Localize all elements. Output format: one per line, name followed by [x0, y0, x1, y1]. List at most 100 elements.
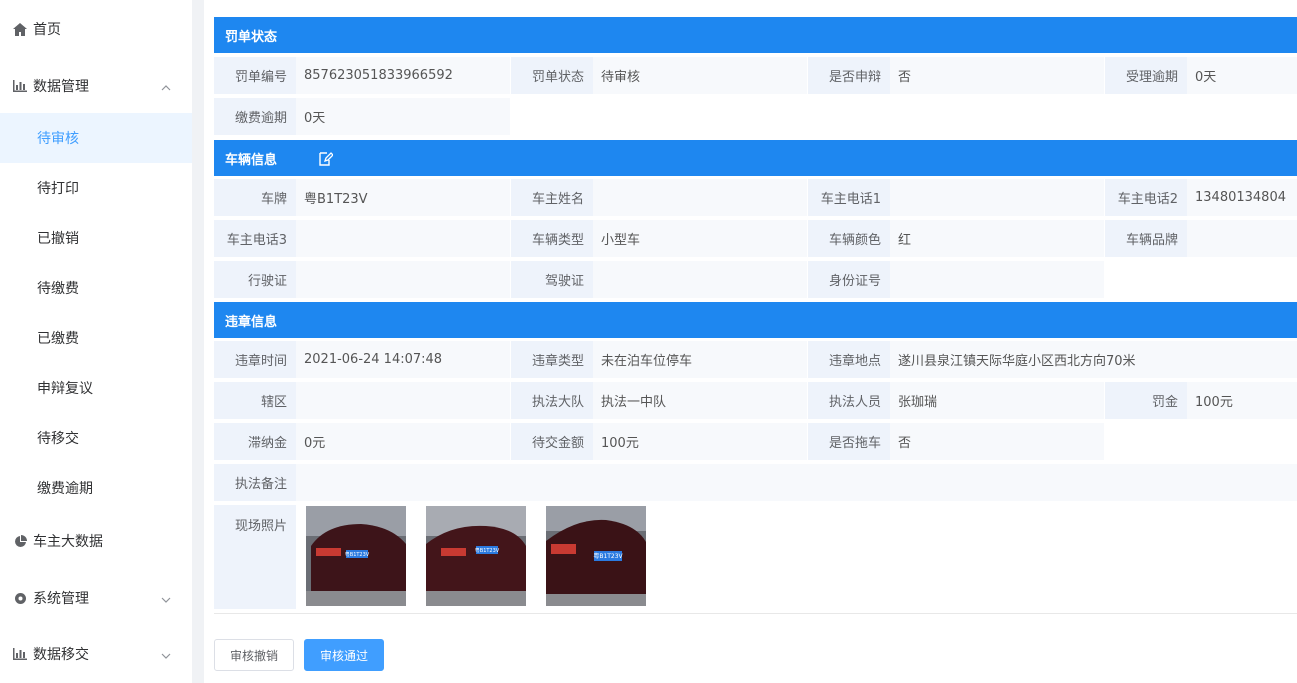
- violation-time-value: 2021-06-24 14:07:48: [296, 341, 510, 378]
- gear-icon: [13, 591, 27, 605]
- nav-sub-label: 待审核: [37, 131, 79, 147]
- amount-due-label: 待交金额: [511, 423, 593, 460]
- fine-label: 罚金: [1105, 382, 1187, 419]
- owner-name-value: [593, 179, 807, 216]
- violation-type-label: 违章类型: [511, 341, 593, 378]
- plate-value: 粤B1T23V: [296, 179, 510, 216]
- section-title: 车辆信息: [225, 152, 278, 168]
- divider: [214, 613, 1297, 614]
- driver-license-value: [593, 261, 807, 298]
- late-fee-label: 滞纳金: [214, 423, 296, 460]
- appeal-label: 是否申辩: [808, 57, 890, 94]
- vehicle-color-label: 车辆颜色: [808, 220, 890, 257]
- section-ticket-status: 罚单状态: [214, 17, 1297, 53]
- nav-data-transfer-label: 数据移交: [33, 647, 89, 663]
- tow-value: 否: [890, 423, 1104, 460]
- phone2-label: 车主电话2: [1105, 179, 1187, 216]
- amount-due-value: 100元: [593, 423, 807, 460]
- vehicle-type-label: 车辆类型: [511, 220, 593, 257]
- sidebar: 首页 数据管理 待审核 待打印 已撤销 待缴费 已缴费 申辩复议 待移交 缴费逾…: [0, 0, 192, 683]
- nav-home-label: 首页: [33, 22, 61, 38]
- nav-data-management-label: 数据管理: [33, 79, 89, 95]
- nav-sub-label: 已撤销: [37, 231, 79, 247]
- pay-overdue-value: 0天: [296, 98, 510, 135]
- section-title: 罚单状态: [225, 29, 278, 45]
- photo-plate-text: 粤B1T23V: [345, 551, 370, 558]
- enforcement-team-value: 执法一中队: [593, 382, 807, 419]
- nav-sub-label: 已缴费: [37, 331, 79, 347]
- scene-photo-1[interactable]: 粤B1T23V: [306, 506, 406, 606]
- nav-sub-paid[interactable]: 已缴费: [0, 313, 192, 363]
- nav-sub-appeal[interactable]: 申辩复议: [0, 363, 192, 413]
- scene-photo-3[interactable]: 粤B1T23V: [546, 506, 646, 606]
- nav-sub-pending-review[interactable]: 待审核: [0, 113, 192, 163]
- bar-chart-icon: [13, 647, 27, 661]
- id-number-label: 身份证号: [808, 261, 890, 298]
- nav-home[interactable]: 首页: [0, 1, 192, 57]
- section-vehicle-info: 车辆信息: [214, 140, 1297, 176]
- remark-label: 执法备注: [214, 464, 296, 501]
- accept-overdue-label: 受理逾期: [1105, 57, 1187, 94]
- edit-icon[interactable]: [317, 151, 334, 167]
- pay-overdue-label: 缴费逾期: [214, 98, 296, 135]
- officer-label: 执法人员: [808, 382, 890, 419]
- nav-owner-bigdata-label: 车主大数据: [33, 534, 103, 550]
- phone1-label: 车主电话1: [808, 179, 890, 216]
- photo-plate-text: 粤B1T23V: [475, 547, 500, 554]
- nav-system-management-label: 系统管理: [33, 591, 89, 607]
- section-violation-info: 违章信息: [214, 302, 1297, 338]
- phone1-value: [890, 179, 1104, 216]
- phone2-value: 13480134804: [1187, 179, 1297, 216]
- pie-chart-icon: [13, 534, 27, 548]
- home-icon: [13, 22, 27, 36]
- section-title: 违章信息: [225, 314, 278, 330]
- nav-sub-pending-print[interactable]: 待打印: [0, 163, 192, 213]
- phone3-value: [296, 220, 510, 257]
- bar-chart-icon: [13, 79, 27, 93]
- revoke-review-button[interactable]: 审核撤销: [214, 639, 294, 671]
- accept-overdue-value: 0天: [1187, 57, 1297, 94]
- chevron-down-icon: [161, 649, 171, 659]
- vehicle-color-value: 红: [890, 220, 1104, 257]
- nav-data-transfer[interactable]: 数据移交: [0, 626, 192, 682]
- plate-label: 车牌: [214, 179, 296, 216]
- driving-license-value: [296, 261, 510, 298]
- ticket-no-value: 857623051833966592: [296, 57, 510, 94]
- vehicle-type-value: 小型车: [593, 220, 807, 257]
- nav-sub-label: 待打印: [37, 181, 79, 197]
- chevron-up-icon: [161, 81, 171, 91]
- nav-system-management[interactable]: 系统管理: [0, 570, 192, 626]
- main-content: 罚单状态 罚单编号 857623051833966592 罚单状态 待审核 是否…: [204, 0, 1297, 683]
- district-value: [296, 382, 510, 419]
- ticket-no-label: 罚单编号: [214, 57, 296, 94]
- phone3-label: 车主电话3: [214, 220, 296, 257]
- nav-sub-label: 申辩复议: [37, 381, 93, 397]
- driver-license-label: 驾驶证: [511, 261, 593, 298]
- nav-data-management[interactable]: 数据管理: [0, 58, 192, 114]
- remark-value: [296, 464, 1297, 501]
- nav-sub-revoked[interactable]: 已撤销: [0, 213, 192, 263]
- photos-label: 现场照片: [214, 505, 296, 609]
- district-label: 辖区: [214, 382, 296, 419]
- enforcement-team-label: 执法大队: [511, 382, 593, 419]
- ticket-status-label: 罚单状态: [511, 57, 593, 94]
- nav-sub-label: 待缴费: [37, 281, 79, 297]
- nav-sub-payment-overdue[interactable]: 缴费逾期: [0, 463, 192, 513]
- nav-sub-pending-payment[interactable]: 待缴费: [0, 263, 192, 313]
- nav-sub-label: 待移交: [37, 431, 79, 447]
- photo-plate-text: 粤B1T23V: [593, 552, 623, 560]
- officer-value: 张珈瑞: [890, 382, 1104, 419]
- violation-place-value: 遂川县泉江镇天际华庭小区西北方向70米: [890, 341, 1297, 378]
- nav-sub-pending-transfer[interactable]: 待移交: [0, 413, 192, 463]
- tow-label: 是否拖车: [808, 423, 890, 460]
- chevron-down-icon: [161, 593, 171, 603]
- driving-license-label: 行驶证: [214, 261, 296, 298]
- vehicle-brand-value: [1187, 220, 1297, 257]
- late-fee-value: 0元: [296, 423, 510, 460]
- nav-sub-label: 缴费逾期: [37, 481, 93, 497]
- owner-name-label: 车主姓名: [511, 179, 593, 216]
- nav-owner-bigdata[interactable]: 车主大数据: [0, 513, 192, 569]
- scene-photo-2[interactable]: 粤B1T23V: [426, 506, 526, 606]
- fine-value: 100元: [1187, 382, 1297, 419]
- approve-review-button[interactable]: 审核通过: [304, 639, 384, 671]
